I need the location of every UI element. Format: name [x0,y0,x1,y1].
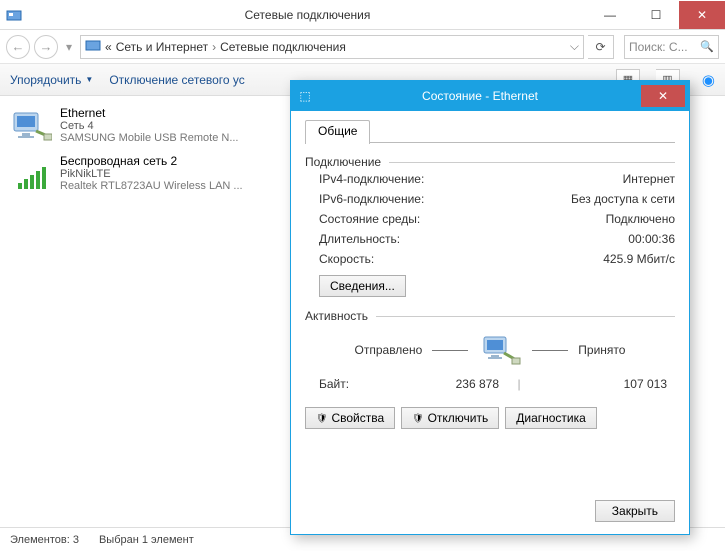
connection-item-ethernet[interactable]: Ethernet Сеть 4 SAMSUNG Mobile USB Remot… [8,102,288,150]
sent-label: Отправлено [355,343,423,357]
properties-button[interactable]: 🛡 Свойства [305,407,395,429]
ipv4-value: Интернет [623,172,675,186]
wifi-icon [10,154,52,194]
breadcrumb-item-1[interactable]: Сеть и Интернет [116,40,208,54]
duration-label: Длительность: [319,232,400,246]
search-placeholder: Поиск: С... [629,40,688,54]
breadcrumb-dropdown-icon[interactable]: ⌵ [570,39,579,54]
maximize-button[interactable]: ☐ [633,1,679,29]
breadcrumb-item-2[interactable]: Сетевые подключения [220,40,346,54]
bytes-separator: | [499,377,539,391]
search-icon: 🔍 [700,40,714,53]
tab-general[interactable]: Общие [305,120,370,144]
group-activity-label: Активность [305,309,368,323]
connection-network: Сеть 4 [60,120,239,132]
navigation-bar: ← → ▾ « Сеть и Интернет › Сетевые подклю… [0,30,725,64]
recent-locations-caret[interactable]: ▾ [62,40,76,54]
breadcrumb-separator: › [212,40,216,54]
breadcrumb[interactable]: « Сеть и Интернет › Сетевые подключения … [80,35,584,59]
group-connection-label: Подключение [305,155,381,169]
shield-icon: 🛡 [412,413,423,424]
connection-network: PikNikLTE [60,168,243,180]
status-dialog: ⬚ Состояние - Ethernet ✕ Общие Подключен… [290,80,690,535]
disable-label: Отключение сетевого ус [109,73,244,87]
ipv6-value: Без доступа к сети [571,192,675,206]
tab-strip: Общие [305,119,675,143]
window-title: Сетевые подключения [28,8,587,22]
shield-icon: 🛡 [316,413,327,424]
status-selected: Выбран 1 элемент [99,534,194,546]
ethernet-icon [10,106,52,146]
speed-label: Скорость: [319,252,374,266]
chevron-down-icon: ▼ [85,75,93,84]
close-button[interactable]: ✕ [679,1,725,29]
help-icon[interactable]: ◉ [702,71,715,89]
details-button[interactable]: Сведения... [319,275,406,297]
duration-value: 00:00:36 [628,232,675,246]
ipv4-label: IPv4-подключение: [319,172,424,186]
diagnose-button[interactable]: Диагностика [505,407,597,429]
bytes-recv: 107 013 [539,377,675,391]
disable-device-button[interactable]: Отключение сетевого ус [109,73,244,87]
refresh-button[interactable]: ⟳ [588,35,614,59]
properties-label: Свойства [331,411,384,425]
breadcrumb-icon [85,37,101,56]
bytes-label: Байт: [319,377,409,391]
dialog-close-button[interactable]: ✕ [641,85,685,107]
minimize-button[interactable]: — [587,1,633,29]
recv-label: Принято [578,343,625,357]
media-label: Состояние среды: [319,212,420,226]
ipv6-label: IPv6-подключение: [319,192,424,206]
connection-name: Беспроводная сеть 2 [60,154,243,168]
media-value: Подключено [606,212,675,226]
window-icon [0,7,28,23]
breadcrumb-prefix: « [105,40,112,54]
disable-button[interactable]: 🛡 Отключить [401,407,499,429]
connection-device: Realtek RTL8723AU Wireless LAN ... [60,180,243,192]
disable-btn-label: Отключить [428,411,489,425]
status-count: Элементов: 3 [10,534,79,546]
organize-menu[interactable]: Упорядочить ▼ [10,73,93,87]
speed-value: 425.9 Мбит/с [603,252,675,266]
explorer-titlebar: Сетевые подключения — ☐ ✕ [0,0,725,30]
activity-network-icon [478,333,522,367]
close-dialog-button[interactable]: Закрыть [595,500,675,522]
dialog-titlebar: ⬚ Состояние - Ethernet ✕ [291,81,689,111]
dialog-title: Состояние - Ethernet [319,89,641,103]
search-input[interactable]: Поиск: С... 🔍 [624,35,719,59]
dialog-icon: ⬚ [291,89,319,103]
back-button[interactable]: ← [6,35,30,59]
connection-name: Ethernet [60,106,239,120]
connection-device: SAMSUNG Mobile USB Remote N... [60,132,239,144]
connection-item-wireless[interactable]: Беспроводная сеть 2 PikNikLTE Realtek RT… [8,150,288,198]
organize-label: Упорядочить [10,73,81,87]
forward-button[interactable]: → [34,35,58,59]
bytes-sent: 236 878 [409,377,499,391]
